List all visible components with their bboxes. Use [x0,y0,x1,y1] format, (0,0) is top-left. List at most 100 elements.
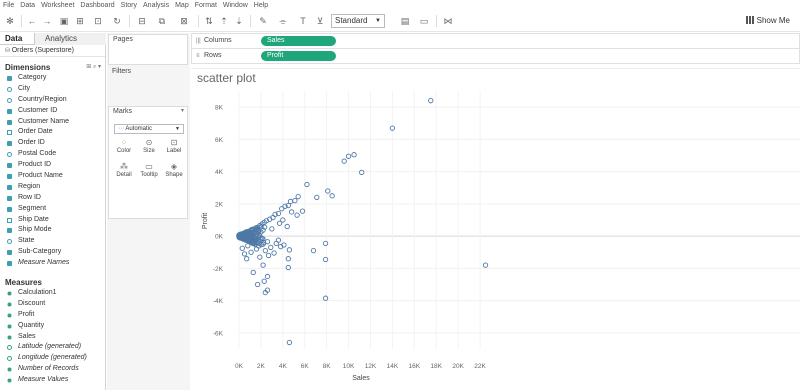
detail-button[interactable]: ⁂ Detail [112,162,136,182]
scatter-point[interactable] [286,339,293,346]
new-datasource-icon[interactable]: ⊞ [73,14,87,28]
scatter-point[interactable] [250,269,256,276]
scatter-point[interactable] [264,273,271,280]
menu-item[interactable]: Data [20,2,35,9]
scatter-point[interactable] [428,98,434,104]
scatter-point[interactable] [329,193,335,199]
field-item[interactable]: Discount [0,299,105,310]
scatter-point[interactable] [294,212,300,218]
scatter-point[interactable] [310,247,317,254]
menu-item[interactable]: Worksheet [41,2,74,9]
scatter-point[interactable] [241,251,248,257]
field-item[interactable]: Order Date [0,127,105,138]
field-item[interactable]: Postal Code [0,149,105,160]
field-item[interactable]: Measure Values [0,375,105,386]
sales-pill[interactable]: Sales [261,36,336,46]
swap-axes-icon[interactable]: ⇅ [202,14,216,28]
scatter-point[interactable] [245,243,251,249]
menu-item[interactable]: Analysis [143,2,169,9]
fix-axes-icon[interactable]: ⊻ [313,14,327,28]
scatter-point[interactable] [276,220,283,226]
new-worksheet-icon[interactable]: ⊡ [91,14,105,28]
show-cards-icon[interactable]: ▤ [398,14,412,28]
datasource-item[interactable]: ⛁ Orders (Superstore) [0,45,105,57]
sort-descending-icon[interactable]: ⇣ [232,14,246,28]
field-item[interactable]: Number of Records [0,364,105,375]
field-item[interactable]: Category [0,73,105,84]
scatter-point[interactable] [299,208,306,214]
menu-item[interactable]: Map [175,2,189,9]
field-item[interactable]: State [0,236,105,247]
scatter-point[interactable] [288,209,295,215]
profit-pill[interactable]: Profit [261,51,336,61]
duplicate-sheet-icon[interactable]: ⧉ [155,14,169,28]
scatter-point[interactable] [265,252,272,259]
mark-type-dropdown[interactable]: ⋯ Automatic ▼ [114,124,184,134]
scatter-point[interactable] [304,181,310,188]
tab-analytics[interactable]: Analytics [34,33,106,45]
field-item[interactable]: Country/Region [0,95,105,106]
label-button[interactable]: ⊡ Label [162,138,186,158]
menu-item[interactable]: Window [223,2,248,9]
menu-item[interactable]: File [3,2,14,9]
field-item[interactable]: Profit [0,310,105,321]
group-members-icon[interactable]: ⌯ [276,14,290,28]
highlight-icon[interactable]: ✎ [256,14,270,28]
pause-updates-icon[interactable]: ⊟ [135,14,149,28]
tableau-logo-icon[interactable]: ✻ [3,14,17,28]
scatter-point[interactable] [268,244,274,251]
field-item[interactable]: Ship Date [0,215,105,226]
color-button[interactable]: ⁘ Color [112,138,136,158]
scatter-point[interactable] [269,226,275,232]
menu-item[interactable]: Dashboard [80,2,114,9]
scatter-point[interactable] [239,245,245,251]
save-icon[interactable]: ▣ [57,14,71,28]
field-item[interactable]: Sub-Category [0,247,105,258]
field-item[interactable]: Product Name [0,171,105,182]
scatter-point[interactable] [262,247,268,254]
scatter-point[interactable] [254,281,261,288]
field-item[interactable]: Ship Mode [0,225,105,236]
scatter-point[interactable] [285,264,291,271]
scatter-point[interactable] [261,278,267,284]
show-me-button[interactable]: Show Me [745,14,790,28]
field-item[interactable]: Row ID [0,193,105,204]
field-item[interactable]: Sales [0,332,105,343]
scatter-point[interactable] [285,256,291,262]
tab-data[interactable]: Data [5,33,22,45]
redo-icon[interactable]: → [40,14,54,28]
undo-icon[interactable]: ← [25,14,39,28]
scatter-point[interactable] [295,193,301,200]
fit-dropdown[interactable]: Standard ▼ [331,14,385,28]
field-item[interactable]: Order ID [0,138,105,149]
share-icon[interactable]: ⋈ [441,14,455,28]
scatter-point[interactable] [286,247,293,253]
field-item[interactable]: Latitude (generated) [0,342,105,353]
presentation-mode-icon[interactable]: ▭ [417,14,431,28]
show-mark-labels-icon[interactable]: T [296,14,310,28]
menu-item[interactable]: Format [195,2,217,9]
sort-ascending-icon[interactable]: ⇡ [217,14,231,28]
field-item[interactable]: Measure Names [0,258,105,269]
search-icon[interactable]: ⊞ ⌕ ▾ [86,62,101,73]
scatter-point[interactable] [482,262,489,268]
field-item[interactable]: Customer ID [0,106,105,117]
menu-item[interactable]: Help [254,2,268,9]
scatter-point[interactable] [244,256,250,262]
marks-menu-icon[interactable]: ▾ [181,107,184,114]
scatter-point[interactable] [260,262,266,268]
rows-shelf[interactable]: ≡ Rows Profit [191,48,800,64]
columns-shelf[interactable]: ||| Columns Sales [191,33,800,49]
scatter-point[interactable] [275,237,282,243]
field-item[interactable]: Product ID [0,160,105,171]
field-item[interactable]: City [0,84,105,95]
scatter-point[interactable] [248,249,254,255]
scatter-point[interactable] [314,194,320,201]
menu-item[interactable]: Story [121,2,137,9]
refresh-icon[interactable]: ↻ [110,14,124,28]
pages-card[interactable]: Pages [108,34,188,65]
field-item[interactable]: Segment [0,204,105,215]
clear-sheet-icon[interactable]: ⊠ [177,14,191,28]
scatter-point[interactable] [284,223,290,230]
field-item[interactable]: Calculation1 [0,288,105,299]
